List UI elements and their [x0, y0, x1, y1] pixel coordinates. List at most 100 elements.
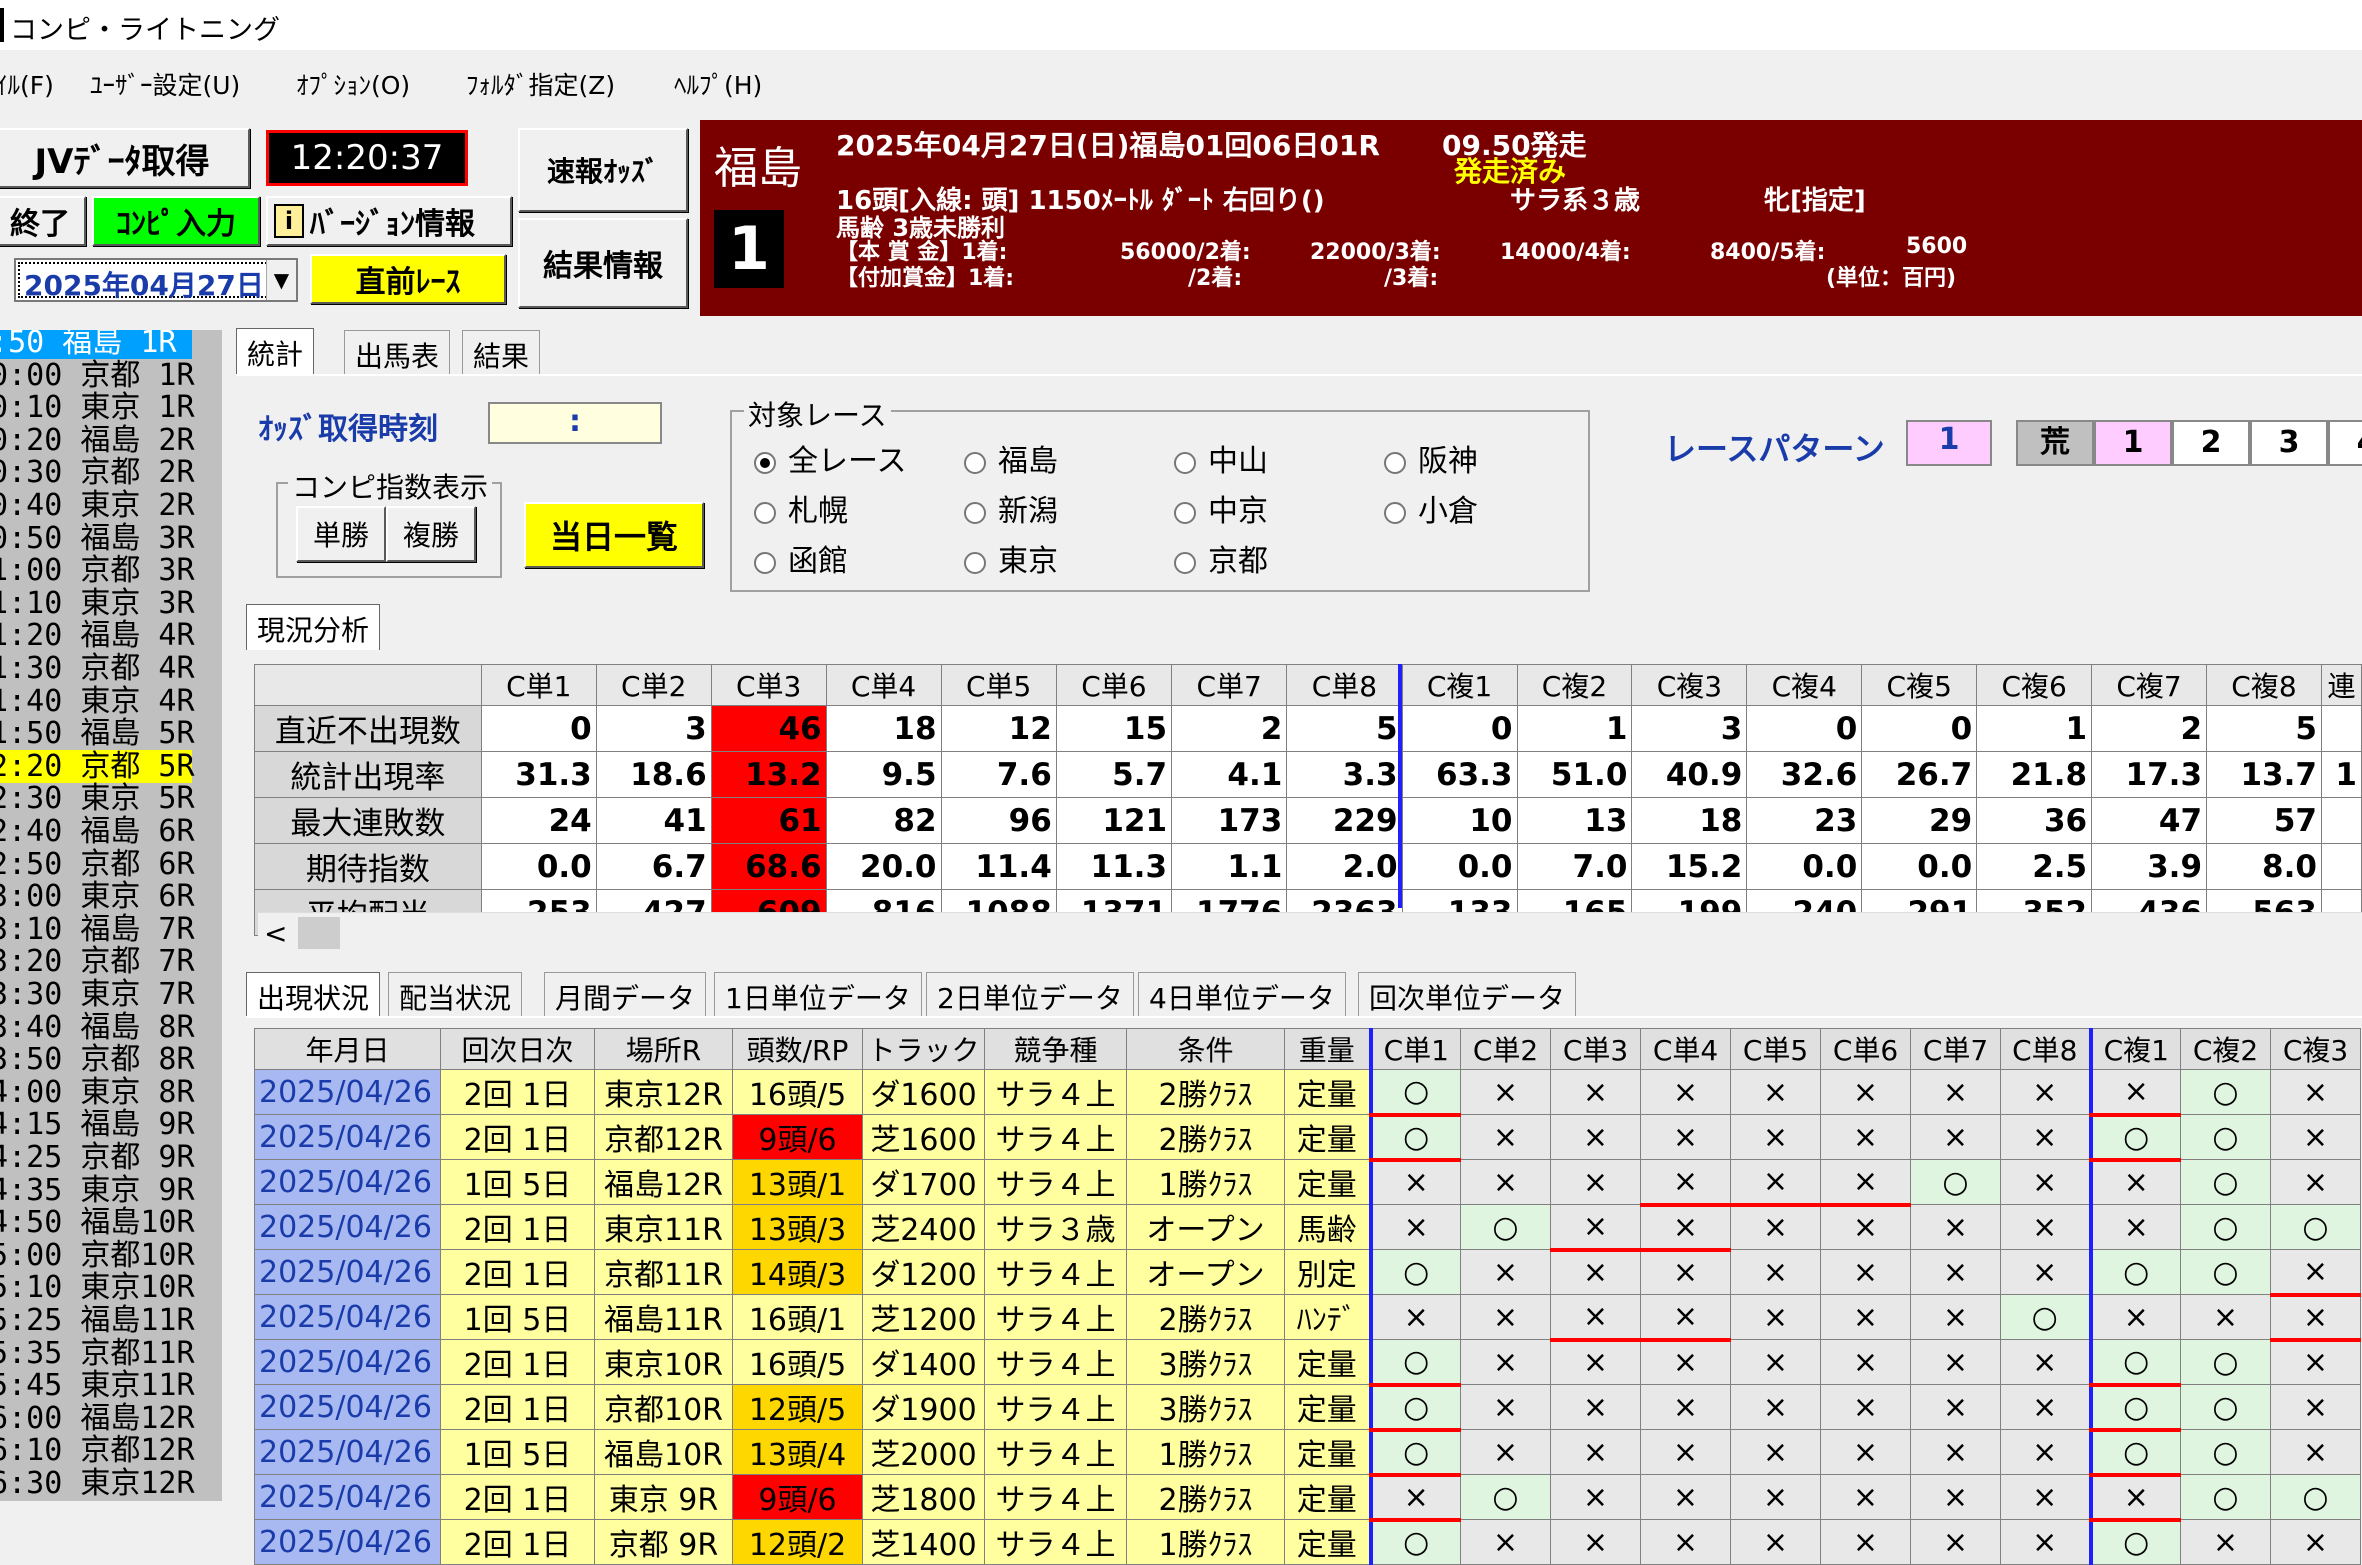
result-mark-cell[interactable]: ×: [1460, 1294, 1551, 1340]
race-list-item[interactable]: 16:30 東京12R: [0, 1467, 195, 1500]
results-cell[interactable]: オープン: [1126, 1249, 1285, 1295]
radio-option[interactable]: 中山: [1174, 436, 1268, 480]
table-row[interactable]: 2025/04/26 2回 1日 東京12R 16頭/5 ダ1600 サラ４上 2勝ｸﾗｽ定…: [254, 1069, 2361, 1117]
radio-option[interactable]: 小倉: [1384, 486, 1478, 530]
analysis-cell[interactable]: 10: [1401, 797, 1518, 844]
analysis-cell[interactable]: 31.3: [480, 751, 597, 798]
analysis-cell[interactable]: 40.9: [1631, 751, 1748, 798]
analysis-cell[interactable]: 3.9: [2091, 843, 2208, 890]
results-cell[interactable]: 14頭/3: [732, 1249, 863, 1295]
race-list-item[interactable]: 14:25 京都 9R: [0, 1141, 195, 1174]
race-pattern-cell[interactable]: 2: [2172, 420, 2250, 466]
tab-entries[interactable]: 出馬表: [344, 330, 451, 376]
race-list-item[interactable]: 15:45 東京11R: [0, 1369, 195, 1402]
analysis-cell[interactable]: [2320, 705, 2362, 752]
race-list-item[interactable]: 11:50 福島 5R: [0, 717, 195, 750]
result-mark-cell[interactable]: ×: [2270, 1159, 2361, 1205]
scroll-left-icon[interactable]: <: [264, 917, 287, 950]
menu-options[interactable]: ｵﾌﾟｼｮﾝ(O): [296, 66, 410, 102]
race-list-item[interactable]: 11:20 福島 4R: [0, 619, 195, 652]
results-cell[interactable]: 2勝ｸﾗｽ: [1126, 1114, 1285, 1160]
result-mark-cell[interactable]: ×: [1640, 1429, 1731, 1475]
result-mark-cell[interactable]: ×: [2270, 1249, 2361, 1297]
radio-option[interactable]: 京都: [1174, 536, 1268, 580]
analysis-cell[interactable]: 17.3: [2091, 751, 2208, 798]
results-cell[interactable]: オープン: [1126, 1204, 1285, 1250]
race-list-item[interactable]: 14:15 福島 9R: [0, 1108, 195, 1141]
result-mark-cell[interactable]: ×: [2270, 1069, 2361, 1115]
result-mark-cell[interactable]: ○: [1910, 1159, 2001, 1205]
race-list-item[interactable]: 10:20 福島 2R: [0, 424, 195, 457]
analysis-cell[interactable]: 29: [1861, 797, 1978, 844]
results-cell[interactable]: 13頭/3: [732, 1204, 863, 1250]
results-cell[interactable]: 定量: [1284, 1114, 1371, 1160]
analysis-cell[interactable]: 5: [1286, 705, 1403, 752]
analysis-cell[interactable]: 36: [1976, 797, 2093, 844]
result-mark-cell[interactable]: ×: [1730, 1294, 1821, 1340]
analysis-cell[interactable]: 32.6: [1746, 751, 1863, 798]
race-list-item[interactable]: 11:10 東京 3R: [0, 587, 195, 620]
results-cell[interactable]: 2回 1日: [440, 1474, 595, 1520]
result-mark-cell[interactable]: ○: [2180, 1114, 2271, 1160]
result-mark-cell[interactable]: ×: [1910, 1384, 2001, 1430]
result-mark-cell[interactable]: ○: [2088, 1114, 2181, 1162]
result-mark-cell[interactable]: ○: [2180, 1204, 2271, 1250]
table-row[interactable]: 2025/04/26 2回 1日 東京11R 13頭/3 芝2400 サラ３歳 オープン 馬齢…: [254, 1204, 2361, 1252]
race-list-item[interactable]: 11:00 京都 3R: [0, 554, 195, 587]
analysis-cell[interactable]: 7.6: [940, 751, 1057, 798]
result-mark-cell[interactable]: ×: [1640, 1339, 1731, 1385]
result-mark-cell[interactable]: ×: [1910, 1204, 2001, 1250]
result-mark-cell[interactable]: ×: [2180, 1294, 2271, 1340]
race-pattern-cell[interactable]: 1: [2094, 420, 2172, 466]
result-mark-cell[interactable]: ○: [2088, 1384, 2181, 1432]
results-cell[interactable]: 定量: [1284, 1474, 1371, 1520]
race-list-item[interactable]: 10:50 福島 3R: [0, 522, 195, 555]
analysis-cell[interactable]: 96: [940, 797, 1057, 844]
result-mark-cell[interactable]: ×: [1820, 1474, 1911, 1520]
table-row[interactable]: 2025/04/26 1回 5日 福島10R 13頭/4 芝2000 サラ４上 1勝ｸﾗｽ定…: [254, 1429, 2361, 1477]
result-mark-cell[interactable]: ×: [1550, 1249, 1641, 1295]
result-mark-cell[interactable]: ×: [1820, 1519, 1911, 1565]
results-cell[interactable]: 京都11R: [594, 1249, 733, 1295]
results-cell[interactable]: 2025/04/26: [254, 1519, 441, 1565]
results-cell[interactable]: 9頭/6: [732, 1474, 863, 1520]
analysis-cell[interactable]: 24: [480, 797, 597, 844]
bottom-tab[interactable]: 1日単位データ: [714, 972, 922, 1018]
result-mark-cell[interactable]: ×: [1730, 1159, 1821, 1207]
result-mark-cell[interactable]: ○: [2180, 1249, 2271, 1295]
results-cell[interactable]: サラ４上: [984, 1384, 1127, 1430]
results-cell[interactable]: 定量: [1284, 1339, 1371, 1385]
tab-stats[interactable]: 統計: [236, 328, 315, 374]
analysis-cell[interactable]: 12: [940, 705, 1057, 752]
analysis-cell[interactable]: 20.0: [825, 843, 942, 890]
results-cell[interactable]: 芝1600: [862, 1114, 985, 1160]
results-cell[interactable]: 東京11R: [594, 1204, 733, 1250]
horizontal-scrollbar[interactable]: <: [258, 912, 2362, 952]
result-mark-cell[interactable]: ×: [1550, 1294, 1641, 1342]
radio-option[interactable]: 阪神: [1384, 436, 1478, 480]
results-cell[interactable]: サラ４上: [984, 1519, 1127, 1565]
analysis-cell[interactable]: 26.7: [1861, 751, 1978, 798]
tab-results[interactable]: 結果: [462, 330, 541, 376]
result-mark-cell[interactable]: ×: [1820, 1249, 1911, 1295]
results-cell[interactable]: サラ４上: [984, 1114, 1127, 1160]
result-mark-cell[interactable]: ○: [1368, 1069, 1461, 1117]
analysis-cell[interactable]: 1: [1976, 705, 2093, 752]
results-cell[interactable]: 芝2400: [862, 1204, 985, 1250]
analysis-cell[interactable]: 229: [1286, 797, 1403, 844]
bottom-tab[interactable]: 月間データ: [544, 972, 707, 1018]
results-cell[interactable]: 12頭/2: [732, 1519, 863, 1565]
analysis-cell[interactable]: 173: [1171, 797, 1288, 844]
result-mark-cell[interactable]: ○: [2180, 1339, 2271, 1385]
analysis-cell[interactable]: 0: [480, 705, 597, 752]
analysis-cell[interactable]: 0: [1746, 705, 1863, 752]
results-cell[interactable]: 2回 1日: [440, 1519, 595, 1565]
result-mark-cell[interactable]: ×: [1640, 1204, 1731, 1252]
radio-button-icon[interactable]: [754, 451, 776, 474]
race-list-item[interactable]: 11:30 京都 4R: [0, 652, 195, 685]
analysis-cell[interactable]: 21.8: [1976, 751, 2093, 798]
result-mark-cell[interactable]: ×: [1460, 1114, 1551, 1160]
results-cell[interactable]: 2025/04/26: [254, 1204, 441, 1250]
results-cell[interactable]: サラ４上: [984, 1339, 1127, 1385]
result-mark-cell[interactable]: ×: [2088, 1159, 2181, 1205]
